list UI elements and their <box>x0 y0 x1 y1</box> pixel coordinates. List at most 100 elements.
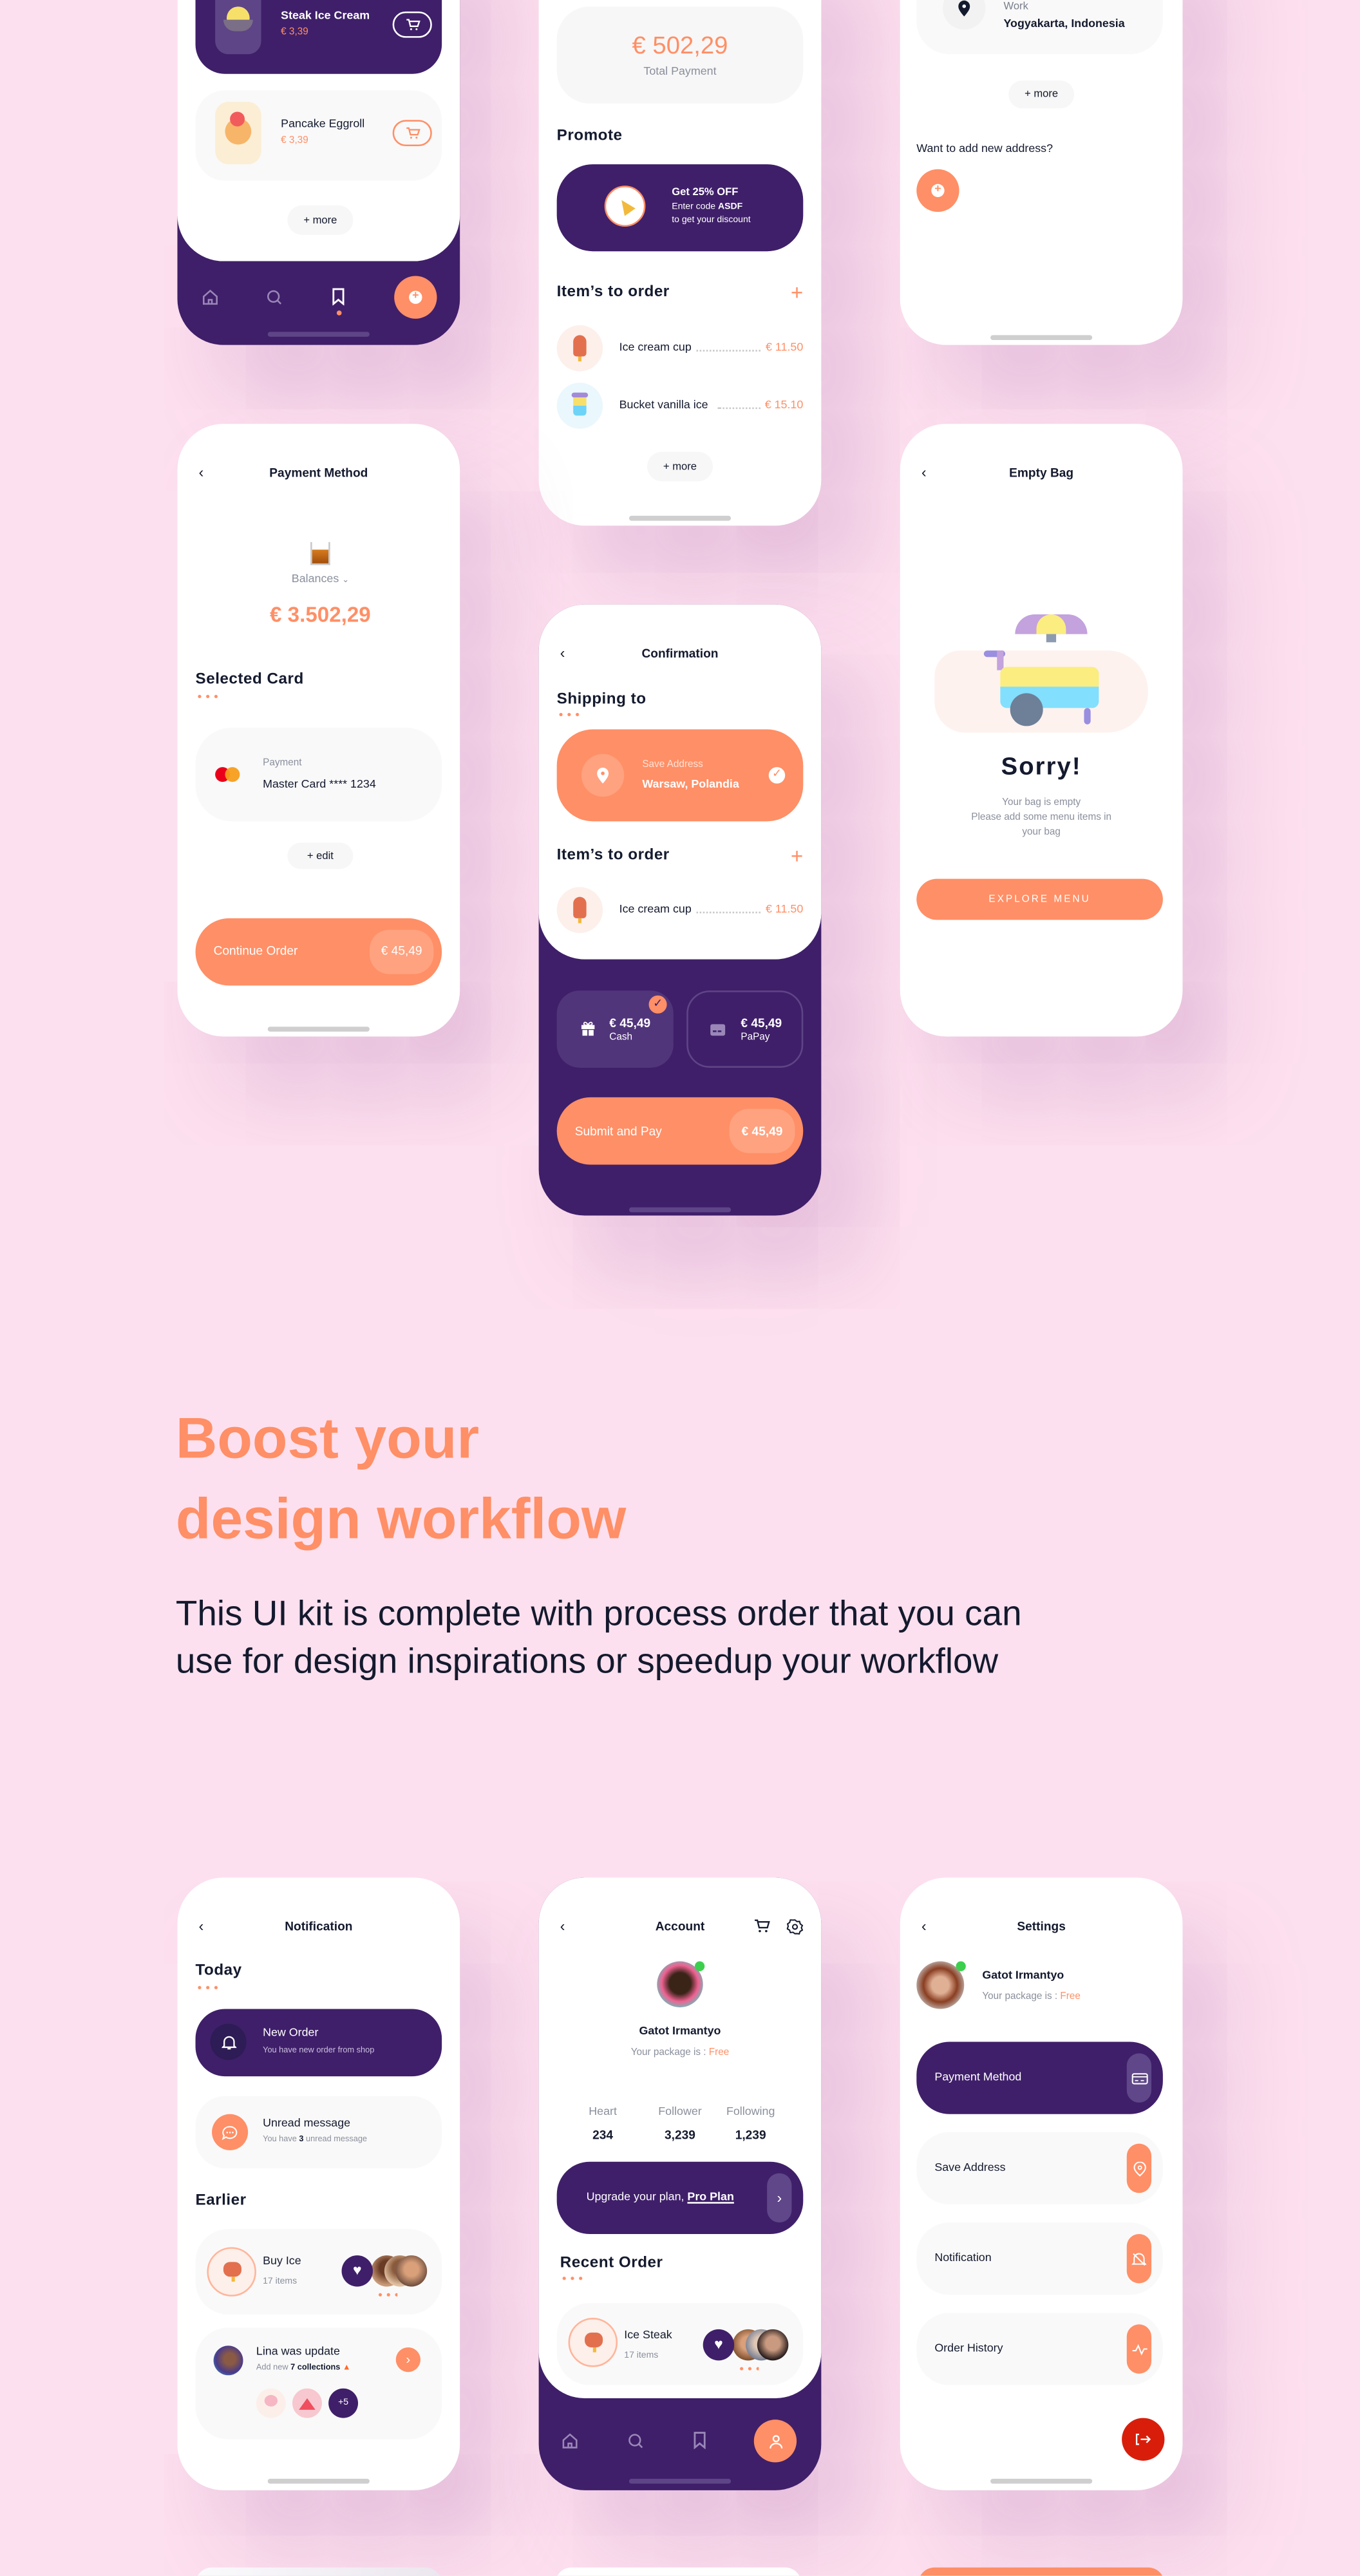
logout-button[interactable] <box>1122 2418 1165 2461</box>
submit-amount: € 45,49 <box>741 1124 783 1139</box>
upgrade-text: Upgrade your plan, Pro Plan <box>587 2192 734 2204</box>
stat-label: Heart <box>589 2107 617 2119</box>
notification-subtitle: 17 items <box>263 2277 298 2287</box>
promo-description: to get your discount <box>672 215 751 226</box>
add-to-cart-button[interactable] <box>392 11 432 38</box>
papay-label: PaPay <box>741 1033 770 1043</box>
add-address-button[interactable]: + <box>916 169 959 213</box>
add-item-button[interactable]: + <box>791 281 803 303</box>
pancake-icon <box>215 102 261 165</box>
edit-card-button[interactable]: + edit <box>287 842 354 869</box>
body-text-line: use for design inspirations or speedup y… <box>175 1641 999 1681</box>
notification-subtitle: You have new order from shop <box>263 2045 375 2056</box>
product-name: Pancake Eggroll <box>281 118 365 131</box>
bell-icon <box>221 2035 236 2049</box>
screen-title: Settings <box>1017 1918 1066 1934</box>
more-button[interactable]: + more <box>287 205 354 235</box>
chat-badge <box>212 2114 249 2150</box>
notification-title: New Order <box>263 2027 319 2040</box>
add-item-button[interactable]: + <box>791 845 803 866</box>
balance-dropdown[interactable]: Balances ⌄ <box>292 574 349 585</box>
empty-message-line: Your bag is empty <box>1002 798 1081 808</box>
liked-by-avatars[interactable]: ♥ <box>703 2329 789 2361</box>
empty-message-line: your bag <box>1022 828 1061 838</box>
search-icon[interactable] <box>627 2433 644 2450</box>
screen-title: Account <box>655 1918 705 1934</box>
popsicle-icon <box>556 887 603 933</box>
item-leader-line <box>696 350 760 352</box>
screen-title: Payment Method <box>269 465 368 480</box>
profile-nav-button[interactable] <box>753 2420 797 2463</box>
settings-item-label: Save Address <box>934 2162 1006 2174</box>
more-collections-badge[interactable]: +5 <box>328 2388 359 2418</box>
settings-item-icon-badge <box>1126 2324 1152 2374</box>
notification-lina-update[interactable] <box>195 2327 442 2439</box>
party-popper-icon <box>604 185 646 227</box>
liked-by-avatars[interactable]: ♥ <box>341 2255 428 2287</box>
home-indicator <box>628 515 732 520</box>
gift-icon <box>581 1021 595 1036</box>
home-indicator <box>267 2479 370 2483</box>
gear-icon[interactable] <box>786 1918 804 1935</box>
item-price: € 15.10 <box>764 400 804 412</box>
subtitle-prefix: You have <box>263 2134 299 2145</box>
more-button[interactable]: + more <box>647 451 713 482</box>
back-button[interactable]: ‹ <box>560 645 565 661</box>
empty-message-line: Please add some menu items in <box>971 813 1112 823</box>
logout-icon <box>1135 2433 1151 2445</box>
mastercard-logo-icon <box>215 767 241 782</box>
order-title: Ice Steak <box>624 2330 672 2342</box>
bookmark-icon[interactable] <box>693 2431 706 2450</box>
search-icon[interactable] <box>266 289 283 306</box>
popsicle-icon <box>568 2318 618 2367</box>
promo-code: ASDF <box>718 202 743 213</box>
more-button[interactable]: + more <box>1008 80 1075 109</box>
item-price: € 11.50 <box>766 904 804 916</box>
back-button[interactable]: ‹ <box>921 465 927 480</box>
cash-amount: € 45,49 <box>609 1015 651 1030</box>
pro-plan-link[interactable]: Pro Plan <box>687 2192 733 2204</box>
product-name: Steak Ice Cream <box>281 10 370 23</box>
add-button[interactable]: + <box>394 276 437 319</box>
recent-order-title: Recent Order <box>560 2254 663 2273</box>
stat-label: Following <box>726 2107 775 2119</box>
home-icon[interactable] <box>202 289 219 306</box>
today-title: Today <box>195 1962 242 1980</box>
back-button[interactable]: ‹ <box>560 1918 565 1934</box>
card-label: Payment <box>263 759 302 769</box>
user-name: Gatot Irmantyo <box>639 2026 721 2038</box>
promo-title: Get 25% OFF <box>672 187 739 198</box>
credit-card-icon <box>710 1024 726 1036</box>
bucket-icon <box>556 383 603 429</box>
more-dots <box>376 2293 398 2297</box>
collection-watermelon-icon[interactable] <box>292 2388 322 2418</box>
open-update-button[interactable]: › <box>395 2347 420 2372</box>
back-button[interactable]: ‹ <box>199 1918 204 1934</box>
product-price: € 3,39 <box>281 28 308 38</box>
submit-label: Submit and Pay <box>574 1124 662 1139</box>
stat-value: 1,239 <box>735 2127 766 2143</box>
address-pin-badge <box>581 753 625 797</box>
heart-icon: ♥ <box>703 2329 735 2361</box>
bell-badge <box>210 2023 247 2060</box>
glass-icon <box>310 542 330 565</box>
home-icon[interactable] <box>562 2433 578 2450</box>
total-payment-label: Total Payment <box>643 66 717 79</box>
balance-amount: € 3.502,29 <box>270 601 371 627</box>
stat-label: Follower <box>658 2107 702 2119</box>
home-indicator <box>628 2479 732 2483</box>
notification-title: Lina was update <box>256 2346 340 2358</box>
upgrade-chevron-button[interactable]: › <box>767 2173 792 2223</box>
package-prefix: Your package is : <box>982 1992 1061 2003</box>
bookmark-icon[interactable] <box>332 287 345 306</box>
settings-item-label: Payment Method <box>934 2072 1022 2084</box>
back-button[interactable]: ‹ <box>199 465 204 480</box>
cart-icon[interactable] <box>754 1918 771 1933</box>
home-indicator <box>628 1207 732 1212</box>
add-to-cart-button[interactable] <box>392 120 432 147</box>
back-button[interactable]: ‹ <box>921 1918 927 1934</box>
next-card-middle <box>555 2567 802 2576</box>
collection-ice-cream-icon[interactable] <box>256 2388 286 2418</box>
bell-off-icon <box>1131 2252 1147 2265</box>
empty-heading: Sorry! <box>1001 753 1082 781</box>
